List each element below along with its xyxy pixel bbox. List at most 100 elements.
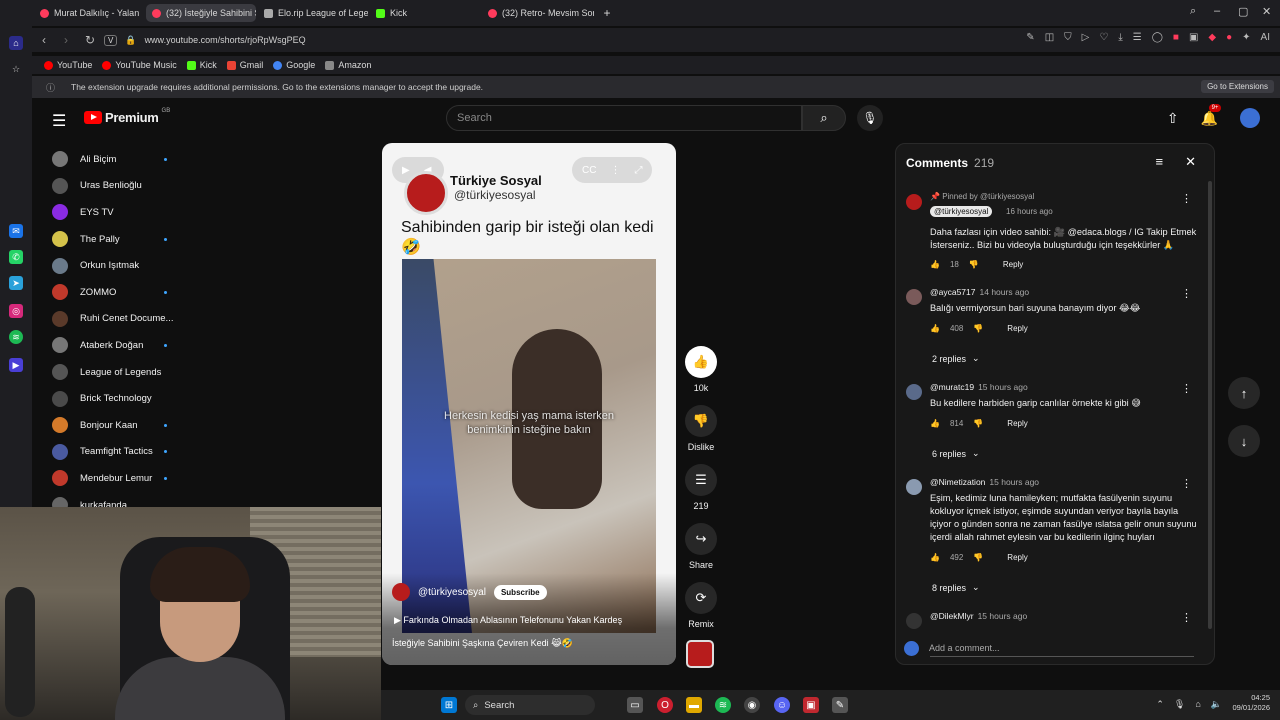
more-vert-icon[interactable]: ⋮	[610, 165, 620, 176]
owner-handle[interactable]: @türkiyesosyal	[418, 587, 486, 598]
minimize-icon[interactable]: –	[1214, 5, 1220, 17]
whatsapp-icon[interactable]: ✆	[9, 250, 23, 264]
comments-scrollbar[interactable]	[1208, 181, 1212, 629]
subscription-item[interactable]: The Pally	[48, 226, 188, 253]
subscription-item[interactable]: Orkun Işıtmak	[48, 252, 188, 279]
add-comment-row[interactable]: Add a comment...	[904, 639, 1204, 657]
comment-avatar[interactable]	[906, 613, 922, 629]
play-icon[interactable]: ▶	[402, 165, 410, 176]
add-comment-input[interactable]: Add a comment...	[929, 643, 1000, 653]
opera-icon[interactable]: O	[657, 697, 673, 713]
ai-icon[interactable]: AI	[1261, 32, 1270, 43]
subscription-item[interactable]: Teamfight Tactics	[48, 439, 188, 466]
subscription-item[interactable]: Ali Biçim	[48, 146, 188, 173]
view-replies-button[interactable]: 6 replies ⌄	[932, 448, 980, 459]
bookmark-item[interactable]: Amazon	[325, 60, 371, 70]
player-icon[interactable]: ▶	[9, 358, 23, 372]
dislike-icon[interactable]: 👎	[973, 324, 983, 333]
maximize-icon[interactable]: ▢	[1238, 5, 1248, 18]
creator-badge[interactable]: @türkiyesosyal	[930, 206, 993, 217]
browser-tab[interactable]: Elo.rip League of Legends	[258, 4, 368, 22]
dislike-icon[interactable]: 👎	[969, 260, 979, 269]
comment-avatar[interactable]	[906, 289, 922, 305]
home-icon[interactable]: ⌂	[9, 36, 23, 50]
dislike-icon[interactable]: 👎	[973, 553, 983, 562]
comments-button[interactable]: ☰ 219	[684, 464, 718, 511]
audio-source-thumbnail[interactable]	[686, 640, 714, 668]
view-replies-button[interactable]: 8 replies ⌄	[932, 582, 980, 593]
shield-icon[interactable]: ⛉	[1064, 32, 1072, 43]
more-vert-icon[interactable]: ⋮	[1181, 611, 1192, 624]
url-field[interactable]: V 🔒 www.youtube.com/shorts/rjoRpWsgPEQ	[104, 31, 954, 49]
app-icon[interactable]: ✎	[832, 697, 848, 713]
browser-tab[interactable]: Kick	[370, 4, 480, 22]
subscribe-button[interactable]: Subscribe	[493, 584, 547, 600]
go-to-extensions-button[interactable]: Go to Extensions	[1201, 80, 1274, 93]
bookmark-item[interactable]: Google	[273, 60, 315, 70]
like-button[interactable]: 👍 10k	[684, 346, 718, 393]
forward-arrow-icon[interactable]: ›	[64, 33, 68, 47]
subscription-item[interactable]: Bonjour Kaan	[48, 412, 188, 439]
subscription-item[interactable]: Mendebur Lemur	[48, 465, 188, 492]
more-vert-icon[interactable]: ⋮	[1181, 382, 1192, 395]
task-view-icon[interactable]: ▭	[627, 697, 643, 713]
search-input[interactable]: Search	[446, 105, 802, 131]
more-vert-icon[interactable]: ⋮	[1181, 287, 1192, 300]
bookmark-item[interactable]: Kick	[186, 60, 217, 70]
reload-icon[interactable]: ↻	[85, 33, 95, 47]
close-icon[interactable]: ✕	[1185, 154, 1196, 170]
bookmark-star-icon[interactable]: ☆	[9, 62, 23, 76]
extension-red-icon[interactable]: ■	[1173, 32, 1179, 43]
reply-button[interactable]: Reply	[1003, 260, 1023, 269]
app-icon[interactable]: ▣	[803, 697, 819, 713]
remix-button[interactable]: ⟳ Remix	[684, 582, 718, 629]
subscription-item[interactable]: Brick Technology	[48, 385, 188, 412]
like-icon[interactable]: 👍	[930, 260, 940, 269]
comment-avatar[interactable]	[906, 194, 922, 210]
volume-icon[interactable]: 🔈	[1211, 699, 1222, 710]
download-icon[interactable]: ⤓	[1118, 32, 1122, 43]
like-icon[interactable]: 👍	[930, 324, 940, 333]
subscription-item[interactable]: EYS TV	[48, 199, 188, 226]
new-tab-button[interactable]: +	[598, 4, 616, 22]
vpn-badge[interactable]: V	[104, 34, 118, 46]
extension-pin-icon[interactable]: ◆	[1208, 32, 1216, 43]
spotify-icon[interactable]: ≋	[9, 330, 23, 344]
browser-tab[interactable]: Murat Dalkılıç - Yalan	[34, 4, 144, 22]
subscription-item[interactable]: Ruhi Cenet Docume...	[48, 306, 188, 333]
bookmark-item[interactable]: YouTube Music	[102, 60, 177, 70]
more-vert-icon[interactable]: ⋮	[1181, 192, 1192, 205]
voice-search-button[interactable]: 🎙	[857, 105, 883, 131]
list-icon[interactable]: ☰	[1133, 32, 1142, 43]
reply-button[interactable]: Reply	[1007, 324, 1027, 333]
player-options[interactable]: CC ⋮ ⤢	[572, 157, 653, 183]
search-tabs-icon[interactable]: ⌕	[1190, 5, 1196, 18]
notifications-button[interactable]: 🔔 9+	[1201, 103, 1222, 127]
spotify-icon[interactable]: ≋	[715, 697, 731, 713]
discord-icon[interactable]: ☺	[774, 697, 790, 713]
more-vert-icon[interactable]: ⋮	[1181, 477, 1192, 490]
camera-icon[interactable]: ◫	[1045, 32, 1054, 43]
file-explorer-icon[interactable]: ▬	[686, 697, 702, 713]
chrome-icon[interactable]: ◉	[744, 697, 760, 713]
reply-button[interactable]: Reply	[1007, 553, 1027, 562]
view-replies-button[interactable]: 2 replies ⌄	[932, 353, 980, 364]
browser-tab[interactable]: (32) Retro- Mevsim Sonba	[482, 4, 594, 22]
menu-icon[interactable]: ☰	[52, 111, 66, 131]
chevron-up-icon[interactable]: ⌃	[1156, 699, 1164, 710]
comment-avatar[interactable]	[906, 479, 922, 495]
browser-tab-active[interactable]: (32) İsteğiyle Sahibini Şaş	[146, 4, 256, 22]
upload-icon[interactable]: ⇧	[1167, 110, 1179, 127]
instagram-icon[interactable]: ◎	[9, 304, 23, 318]
captions-icon[interactable]: CC	[582, 165, 596, 176]
play-icon[interactable]: ▷	[1082, 32, 1090, 43]
dislike-button[interactable]: 👎 Dislike	[684, 405, 718, 452]
dislike-icon[interactable]: 👎	[973, 419, 983, 428]
telegram-icon[interactable]: ➤	[9, 276, 23, 290]
subscription-item[interactable]: Uras Benlioğlu	[48, 173, 188, 200]
back-arrow-icon[interactable]: ‹	[42, 33, 46, 47]
taskbar-search[interactable]: ⌕ Search	[465, 695, 595, 715]
messenger-icon[interactable]: ✉	[9, 224, 23, 238]
previous-short-button[interactable]: ↑	[1228, 377, 1260, 409]
share-button[interactable]: ↪ Share	[684, 523, 718, 570]
